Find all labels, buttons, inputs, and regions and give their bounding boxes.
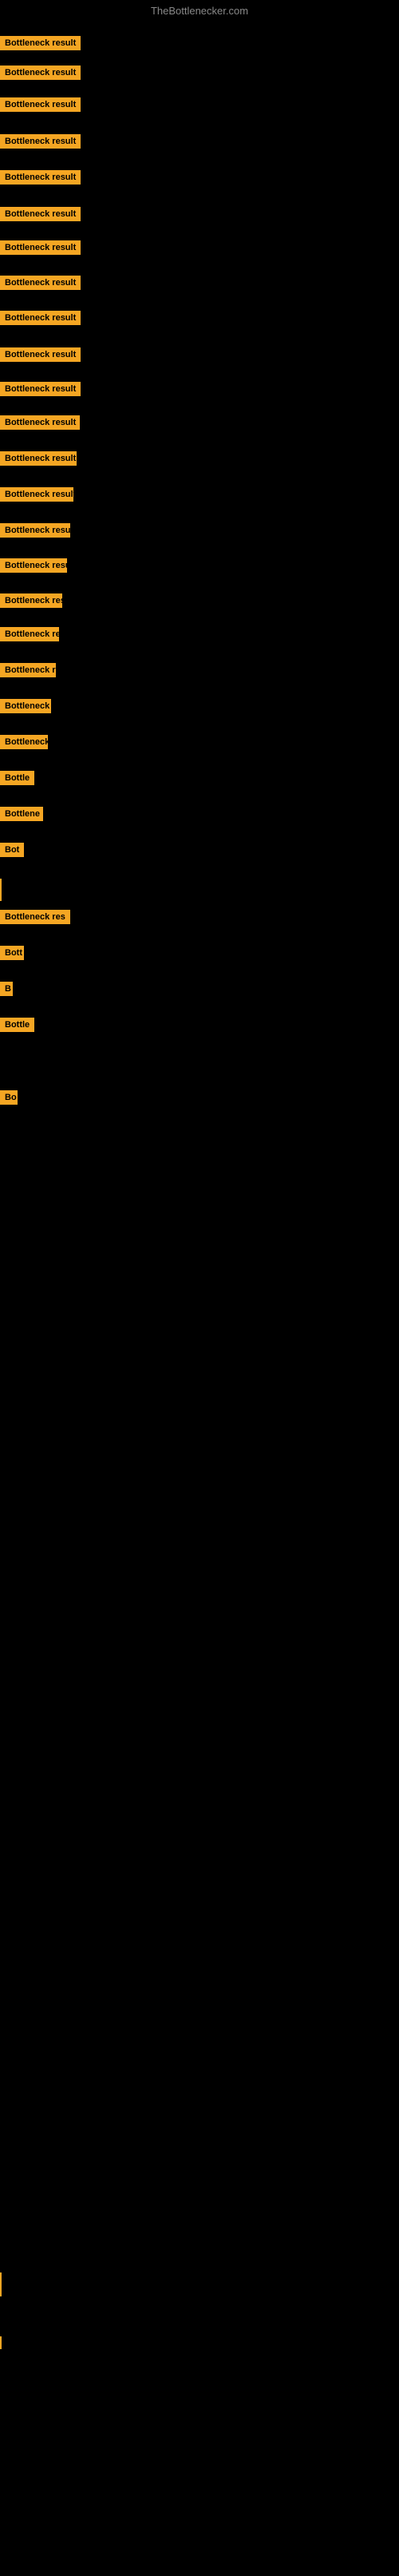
bottleneck-badge: B xyxy=(0,982,13,996)
bottleneck-badge: Bottleneck result xyxy=(0,36,81,50)
bottleneck-badge: Bottlene xyxy=(0,807,43,821)
bottleneck-badge: Bottleneck result xyxy=(0,415,80,430)
vertical-line xyxy=(0,2336,2,2349)
bottleneck-badge: Bottleneck result xyxy=(0,65,81,80)
bottleneck-badge: Bottleneck result xyxy=(0,487,73,502)
bottleneck-badge: Bottleneck result xyxy=(0,276,81,290)
bottleneck-badge: Bo xyxy=(0,1090,18,1105)
bottleneck-badge: Bottleneck result xyxy=(0,347,81,362)
bottleneck-badge: Bottleneck res xyxy=(0,663,56,677)
bottleneck-badge: Bott xyxy=(0,946,24,960)
bottleneck-badge: Bottleneck res xyxy=(0,910,70,924)
bottleneck-badge: Bottleneck result xyxy=(0,170,81,185)
bottleneck-badge: Bottleneck result xyxy=(0,240,81,255)
bottleneck-badge: Bottleneck result xyxy=(0,207,81,221)
vertical-line xyxy=(0,2272,2,2296)
bottleneck-badge: Bottleneck result xyxy=(0,451,77,466)
bottleneck-badge: Bot xyxy=(0,843,24,857)
bottleneck-badge: Bottleneck re xyxy=(0,699,51,713)
bottleneck-badge: Bottleneck result xyxy=(0,558,67,573)
site-title: TheBottlenecker.com xyxy=(0,0,399,20)
bottleneck-badge: Bottleneck xyxy=(0,735,48,749)
bottleneck-badge: Bottle xyxy=(0,771,34,785)
bottleneck-badge: Bottleneck res xyxy=(0,627,59,641)
bottleneck-badge: Bottleneck res xyxy=(0,593,62,608)
bottleneck-badge: Bottle xyxy=(0,1018,34,1032)
bottleneck-badge: Bottleneck result xyxy=(0,97,81,112)
bottleneck-badge: Bottleneck result xyxy=(0,382,81,396)
bottleneck-badge: Bottleneck result xyxy=(0,311,81,325)
bottleneck-badge: Bottleneck result xyxy=(0,523,70,538)
bottleneck-badge: Bottleneck result xyxy=(0,134,81,149)
vertical-line xyxy=(0,879,2,901)
